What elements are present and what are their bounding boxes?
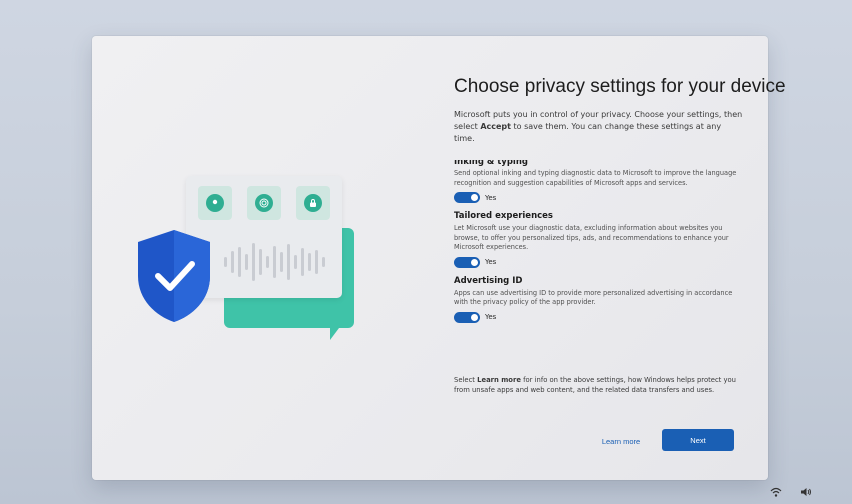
waveform-graphic [224,240,332,284]
oobe-privacy-card: Choose privacy settings for your device … [92,36,786,480]
learn-more-keyword: Learn more [477,376,521,384]
toggle-state-label: Yes [485,313,497,321]
setting-inking-typing: Inking & typing Send optional inking and… [454,160,746,203]
privacy-illustration [132,176,372,356]
toggle-state-label: Yes [485,258,497,266]
shield-check-icon [138,230,210,322]
system-tray [770,486,812,498]
footer-note: Select Learn more for info on the above … [454,376,736,394]
setting-tailored-experiences: Tailored experiences Let Microsoft use y… [454,211,746,268]
setting-description: Apps can use advertising ID to provide m… [454,288,733,307]
intro-text: Microsoft puts you in control of your pr… [454,110,743,143]
setting-advertising-id: Advertising ID Apps can use advertising … [454,276,746,323]
volume-icon[interactable] [800,486,812,498]
setting-heading: Tailored experiences [454,211,553,221]
privacy-settings-list[interactable]: Inking & typing Send optional inking and… [454,160,746,410]
location-icon [198,186,232,220]
next-button[interactable]: Next [662,429,734,451]
fingerprint-icon [247,186,281,220]
setting-description: Let Microsoft use your diagnostic data, … [454,224,729,251]
network-icon[interactable] [770,486,782,498]
page-title: Choose privacy settings for your device [454,76,786,97]
lock-icon [296,186,330,220]
tailored-experiences-toggle[interactable] [454,256,480,268]
learn-more-button[interactable]: Learn more [590,432,652,450]
setting-heading: Advertising ID [454,275,523,286]
chat-bubble-tail [330,324,342,340]
setting-heading: Inking & typing [454,160,528,166]
setting-description: Send optional inking and typing diagnost… [454,169,737,187]
inking-typing-toggle[interactable] [454,192,480,203]
advertising-id-toggle[interactable] [454,311,480,323]
accept-keyword: Accept [480,122,511,131]
toggle-state-label: Yes [485,193,497,202]
